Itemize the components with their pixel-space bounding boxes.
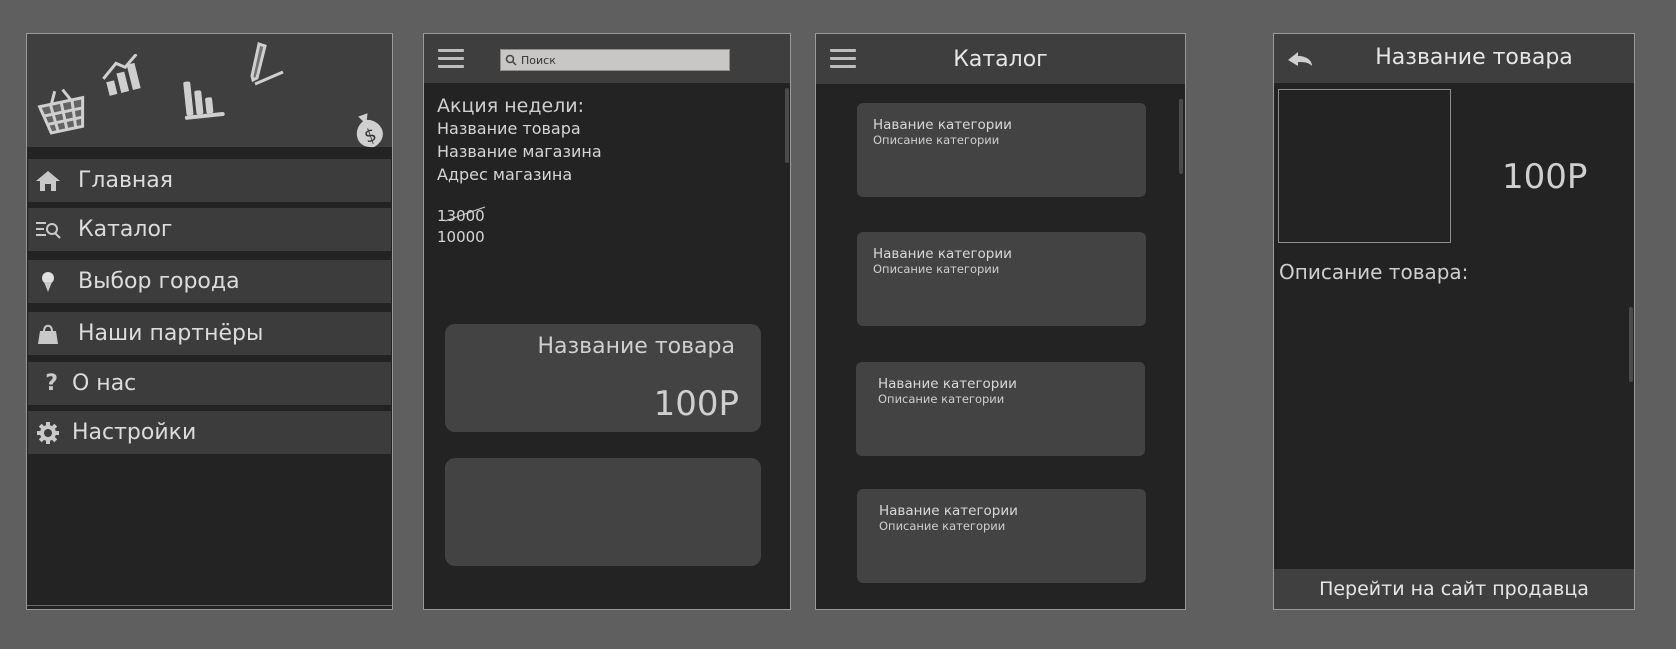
menu-item-home[interactable]: Главная (28, 159, 391, 202)
home-icon (28, 159, 68, 202)
promo-shop-address: Адрес магазина (437, 165, 573, 184)
menu-item-label: Наши партнёры (78, 321, 264, 346)
category-name: Навание категории (879, 503, 1018, 519)
category-name: Навание категории (878, 376, 1017, 392)
product-price: 100Р (1502, 157, 1588, 197)
category-description: Описание категории (873, 133, 1000, 147)
back-arrow-icon[interactable] (1286, 48, 1314, 70)
promo-shop-name: Название магазина (437, 142, 602, 161)
product-image-placeholder (1278, 89, 1451, 243)
go-to-seller-label: Перейти на сайт продавца (1319, 578, 1589, 600)
promo-top-bar: Поиск (424, 34, 790, 83)
catalog-top-bar: Каталог (816, 34, 1185, 84)
product-card-title: Название товара (537, 334, 735, 359)
product-screen: Название товара 100Р Описание товара: Пе… (1273, 33, 1635, 610)
menu-item-label: Каталог (78, 217, 173, 242)
menu-item-about[interactable]: ? О нас (28, 362, 391, 405)
category-description: Описание категории (878, 392, 1005, 406)
menu-item-label: Главная (78, 168, 174, 193)
shopping-basket-icon (37, 88, 85, 135)
category-description: Описание категории (879, 519, 1006, 533)
new-price: 10000 (437, 228, 485, 246)
menu-item-label: Выбор города (78, 269, 240, 294)
scrollbar[interactable] (1179, 99, 1183, 174)
category-description: Описание категории (873, 262, 1000, 276)
menu-item-partners[interactable]: Наши партнёры (28, 312, 391, 355)
catalog-search-icon (28, 208, 68, 251)
location-pin-icon (28, 260, 68, 303)
bar-chart-icon (183, 81, 225, 120)
shopping-bag-icon (28, 312, 68, 355)
category-card[interactable]: Навание категории Описание категории (857, 489, 1146, 583)
old-price: 13000 (437, 206, 486, 225)
promo-screen: Поиск Акция недели: Название товара Назв… (423, 33, 791, 610)
catalog-screen: Каталог Навание категории Описание катег… (815, 33, 1186, 610)
menu-item-city[interactable]: Выбор города (28, 260, 391, 303)
menu-item-label: Настройки (72, 420, 197, 445)
search-placeholder: Поиск (521, 53, 556, 67)
category-card[interactable]: Навание категории Описание категории (856, 362, 1145, 456)
strikethrough-mark (444, 206, 486, 222)
menu-bottom-divider (27, 605, 392, 606)
catalog-title: Каталог (953, 47, 1048, 72)
product-top-bar: Название товара (1274, 34, 1634, 83)
growth-chart-icon (102, 54, 141, 96)
promo-title: Акция недели: (437, 95, 585, 117)
scrollbar[interactable] (785, 88, 789, 163)
search-icon (505, 54, 517, 66)
search-input[interactable]: Поиск (500, 49, 730, 71)
go-to-seller-button[interactable]: Перейти на сайт продавца (1274, 569, 1634, 609)
hamburger-menu-icon[interactable] (438, 49, 464, 69)
product-card-price: 100Р (653, 384, 739, 424)
product-title: Название товара (1375, 45, 1573, 70)
money-bag-icon: $ (356, 113, 383, 148)
question-icon: ? (45, 371, 58, 396)
category-card[interactable]: Навание категории Описание категории (857, 232, 1146, 326)
product-card[interactable]: Название товара 100Р (445, 324, 761, 432)
category-name: Навание категории (873, 117, 1012, 133)
category-name: Навание категории (873, 246, 1012, 262)
menu-item-settings[interactable]: Настройки (28, 411, 391, 454)
menu-item-label: О нас (72, 371, 137, 396)
product-card[interactable] (445, 458, 761, 566)
category-card[interactable]: Навание категории Описание категории (857, 103, 1146, 197)
product-description-label: Описание товара: (1279, 260, 1469, 284)
promo-product-name: Название товара (437, 119, 581, 138)
menu-screen: $ Главная Каталог Выбор города Наши парт… (26, 33, 393, 610)
menu-item-catalog[interactable]: Каталог (28, 208, 391, 251)
pencil-icon (250, 42, 284, 86)
gear-icon (28, 411, 64, 454)
scrollbar[interactable] (1629, 307, 1633, 382)
